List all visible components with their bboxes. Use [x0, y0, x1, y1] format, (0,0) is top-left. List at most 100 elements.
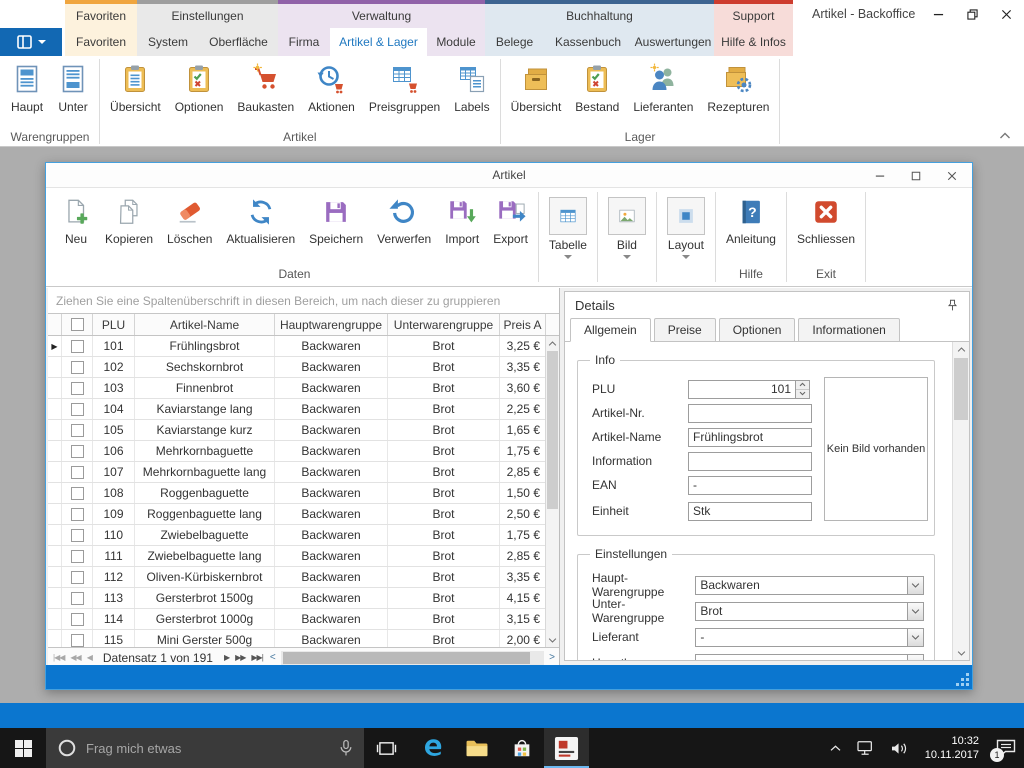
- toolbar-button-import[interactable]: Import: [438, 197, 486, 246]
- cortana-search-box[interactable]: Frag mich etwas: [46, 728, 364, 768]
- row-checkbox[interactable]: [71, 529, 84, 542]
- column-header-preis-a[interactable]: Preis A: [500, 314, 546, 335]
- table-row[interactable]: 102SechskornbrotBackwarenBrot3,35 €: [48, 357, 559, 378]
- table-row[interactable]: 104Kaviarstange langBackwarenBrot2,25 €: [48, 399, 559, 420]
- row-checkbox[interactable]: [71, 613, 84, 626]
- nav-last-button[interactable]: ▶▶|: [248, 653, 265, 662]
- ribbon-button-rezepturen[interactable]: Rezepturen: [700, 63, 776, 114]
- group-by-hint[interactable]: Ziehen Sie eine Spaltenüberschrift in di…: [48, 288, 559, 314]
- table-row[interactable]: 110ZwiebelbaguetteBackwarenBrot1,75 €: [48, 525, 559, 546]
- tray-clock[interactable]: 10:32 10.11.2017: [916, 734, 988, 762]
- tab-firma[interactable]: Firma: [278, 28, 330, 56]
- table-row[interactable]: 107Mehrkornbaguette langBackwarenBrot2,8…: [48, 462, 559, 483]
- scroll-up-icon[interactable]: [546, 336, 559, 350]
- artikel-minimize-button[interactable]: [870, 166, 890, 186]
- restore-button[interactable]: [962, 4, 982, 24]
- nav-fast-forward-button[interactable]: ▶▶: [232, 653, 248, 662]
- table-row[interactable]: 115Mini Gerster 500gBackwarenBrot2,00 €: [48, 630, 559, 647]
- tab-system[interactable]: System: [137, 28, 199, 56]
- lieferant-dropdown[interactable]: -: [695, 628, 924, 647]
- table-row[interactable]: 106MehrkornbaguetteBackwarenBrot1,75 €: [48, 441, 559, 462]
- volume-icon[interactable]: [883, 728, 916, 768]
- details-tab-optionen[interactable]: Optionen: [719, 318, 796, 342]
- pin-icon[interactable]: [946, 299, 959, 312]
- tray-chevron-icon[interactable]: [822, 728, 849, 768]
- network-icon[interactable]: [849, 728, 883, 768]
- ribbon-button-bestand[interactable]: Bestand: [568, 63, 626, 114]
- toolbar-button-tabelle[interactable]: Tabelle: [542, 197, 594, 263]
- store-icon[interactable]: [499, 728, 544, 768]
- ribbon-collapse-button[interactable]: [996, 128, 1014, 142]
- ean-input[interactable]: -: [688, 476, 812, 495]
- artikel-nr-input[interactable]: [688, 404, 812, 423]
- row-checkbox[interactable]: [71, 445, 84, 458]
- column-header-artikel-name[interactable]: Artikel-Name: [135, 314, 275, 335]
- toolbar-button-neu[interactable]: Neu: [54, 197, 98, 246]
- ribbon-button-labels[interactable]: Labels: [447, 63, 496, 114]
- unter-warengruppe-dropdown[interactable]: Brot: [695, 602, 924, 621]
- nav-prev-button[interactable]: ◀: [84, 653, 95, 662]
- tab-favoriten[interactable]: Favoriten: [65, 28, 137, 56]
- toolbar-button-verwerfen[interactable]: Verwerfen: [370, 197, 438, 246]
- column-header-plu[interactable]: PLU: [93, 314, 135, 335]
- einheit-input[interactable]: Stk: [688, 502, 812, 521]
- select-all-checkbox[interactable]: [71, 318, 84, 331]
- toolbar-button-aktualisieren[interactable]: Aktualisieren: [219, 197, 302, 246]
- haupt-warengruppe-dropdown[interactable]: Backwaren: [695, 576, 924, 595]
- task-view-button[interactable]: [364, 728, 409, 768]
- spin-down-icon[interactable]: [796, 389, 809, 398]
- dropdown-button-icon[interactable]: [907, 576, 924, 595]
- grid-vertical-scrollbar[interactable]: [545, 336, 559, 647]
- table-row[interactable]: 105Kaviarstange kurzBackwarenBrot1,65 €: [48, 420, 559, 441]
- row-checkbox[interactable]: [71, 340, 84, 353]
- plu-spinner[interactable]: [796, 380, 810, 399]
- details-tab-preise[interactable]: Preise: [654, 318, 716, 342]
- scroll-down-icon[interactable]: [953, 646, 969, 660]
- horizontal-scrollbar[interactable]: [281, 651, 544, 665]
- information-input[interactable]: [688, 452, 812, 471]
- spin-up-icon[interactable]: [796, 381, 809, 389]
- row-checkbox[interactable]: [71, 550, 84, 563]
- plu-input[interactable]: 101: [688, 380, 796, 399]
- edge-browser-icon[interactable]: [409, 728, 454, 768]
- toolbar-button-löschen[interactable]: Löschen: [160, 197, 219, 246]
- tab-module[interactable]: Module: [427, 28, 485, 56]
- details-scrollbar[interactable]: [952, 342, 969, 660]
- dropdown-button-icon[interactable]: [907, 628, 924, 647]
- hauptlager-dropdown[interactable]: -: [695, 654, 924, 661]
- ribbon-button-übersicht[interactable]: Übersicht: [504, 63, 569, 114]
- scroll-thumb[interactable]: [547, 351, 558, 509]
- details-tab-informationen[interactable]: Informationen: [798, 318, 899, 342]
- artikel-maximize-button[interactable]: [906, 166, 926, 186]
- tab-hilfe-infos[interactable]: Hilfe & Infos: [714, 28, 793, 56]
- column-header-hauptwarengruppe[interactable]: Hauptwarengruppe: [275, 314, 388, 335]
- scroll-up-icon[interactable]: [953, 342, 969, 356]
- file-explorer-icon[interactable]: [454, 728, 499, 768]
- row-checkbox[interactable]: [71, 466, 84, 479]
- hscroll-left-button[interactable]: <: [266, 652, 280, 663]
- dropdown-button-icon[interactable]: [907, 654, 924, 661]
- table-row[interactable]: ▶101FrühlingsbrotBackwarenBrot3,25 €: [48, 336, 559, 357]
- tab-kassenbuch[interactable]: Kassenbuch: [544, 28, 632, 56]
- toolbar-button-bild[interactable]: Bild: [601, 197, 653, 263]
- toolbar-button-layout[interactable]: Layout: [660, 197, 712, 263]
- row-checkbox[interactable]: [71, 424, 84, 437]
- details-tab-allgemein[interactable]: Allgemein: [570, 318, 651, 342]
- artikel-close-button[interactable]: [942, 166, 962, 186]
- table-row[interactable]: 109Roggenbaguette langBackwarenBrot2,50 …: [48, 504, 559, 525]
- row-checkbox[interactable]: [71, 487, 84, 500]
- ribbon-button-unter[interactable]: Unter: [50, 63, 96, 114]
- row-checkbox[interactable]: [71, 592, 84, 605]
- microphone-icon[interactable]: [339, 739, 353, 757]
- tab-oberflaeche[interactable]: Oberfläche: [199, 28, 278, 56]
- dropdown-button-icon[interactable]: [907, 602, 924, 621]
- tab-artikel-lager[interactable]: Artikel & Lager: [330, 28, 427, 56]
- row-checkbox[interactable]: [71, 361, 84, 374]
- nav-first-button[interactable]: |◀◀: [50, 653, 67, 662]
- hscroll-right-button[interactable]: >: [545, 652, 559, 663]
- row-checkbox[interactable]: [71, 634, 84, 647]
- table-row[interactable]: 114Gersterbrot 1000gBackwarenBrot3,15 €: [48, 609, 559, 630]
- scroll-down-icon[interactable]: [546, 633, 559, 647]
- toolbar-button-anleitung[interactable]: ?Anleitung: [719, 197, 783, 246]
- table-row[interactable]: 103FinnenbrotBackwarenBrot3,60 €: [48, 378, 559, 399]
